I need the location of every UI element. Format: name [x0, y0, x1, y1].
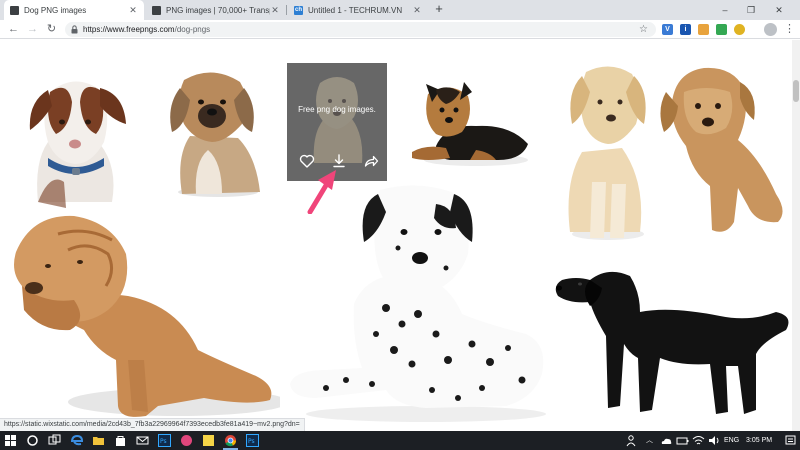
dog-collie-graphic: [29, 81, 126, 208]
tab-separator: [286, 5, 287, 15]
volume-icon[interactable]: [708, 434, 721, 447]
dog-image-dalmatian[interactable]: [286, 184, 550, 424]
windows-start-icon[interactable]: [4, 434, 17, 447]
onedrive-icon[interactable]: [660, 434, 673, 447]
dog-image-collie[interactable]: [20, 72, 130, 212]
app-icon[interactable]: [180, 434, 193, 447]
link-status-bar: https://static.wixstatic.com/media/2cd43…: [0, 418, 305, 431]
tab-strip: Dog PNG images ✕ PNG images | 70,000+ Tr…: [0, 0, 800, 20]
dog-yorkie-graphic: [412, 82, 528, 166]
minimize-button[interactable]: –: [714, 0, 736, 20]
dog-image-terrier[interactable]: [656, 62, 790, 240]
dog-golden-puppy-graphic: [568, 66, 646, 240]
info-extension-icon[interactable]: i: [680, 24, 691, 35]
photoshop-icon-2[interactable]: Ps: [246, 434, 259, 447]
page-scrollbar[interactable]: [792, 40, 800, 431]
svg-text:Ps: Ps: [248, 438, 255, 445]
gear-extension-icon[interactable]: [734, 24, 745, 35]
browser-toolbar: ← → ↻ https://www.freepngs.com/dog-pngs …: [0, 20, 800, 39]
tab-title: Dog PNG images: [24, 5, 87, 15]
address-bar[interactable]: https://www.freepngs.com/dog-pngs ☆: [65, 22, 656, 37]
dog-image-black-retriever[interactable]: [550, 246, 794, 418]
hover-caption: Free png dog images.: [298, 105, 376, 114]
clock-time[interactable]: 3:05 PM: [746, 431, 772, 450]
reload-button[interactable]: ↻: [44, 22, 59, 37]
maximize-button[interactable]: ❐: [740, 0, 762, 20]
dog-black-retriever-graphic: [555, 271, 789, 414]
dog-spaniel-graphic: [170, 72, 260, 197]
back-button[interactable]: ←: [6, 22, 21, 37]
forward-button[interactable]: →: [25, 22, 40, 37]
share-icon[interactable]: [363, 153, 379, 169]
tab-untitled-techrum[interactable]: ch Untitled 1 - TECHRUM.VN ✕: [288, 0, 428, 20]
dog-image-spaniel[interactable]: [160, 66, 265, 201]
tab-title: PNG images | 70,000+ Transpare: [166, 5, 270, 15]
check-extension-icon[interactable]: [716, 24, 727, 35]
sticky-notes-icon[interactable]: [202, 434, 215, 447]
profile-avatar[interactable]: [764, 23, 777, 36]
browser-menu-button[interactable]: ⋮: [784, 22, 795, 37]
dog-shar-pei-graphic: [14, 215, 280, 417]
edge-icon[interactable]: [70, 434, 83, 447]
lock-icon: [71, 25, 78, 34]
svg-text:Ps: Ps: [160, 438, 167, 445]
mail-icon[interactable]: [136, 434, 149, 447]
tab-title: Untitled 1 - TECHRUM.VN: [308, 5, 403, 15]
ch-icon: ch: [294, 5, 303, 15]
dog-terrier-graphic: [660, 67, 783, 232]
close-icon[interactable]: ✕: [270, 5, 280, 16]
photoshop-icon[interactable]: Ps: [158, 434, 171, 447]
store-icon[interactable]: [114, 434, 127, 447]
heart-icon[interactable]: [299, 153, 315, 169]
people-icon[interactable]: [626, 434, 639, 447]
sheet-extension-icon[interactable]: [698, 24, 709, 35]
tab-png-images[interactable]: PNG images | 70,000+ Transpare ✕: [146, 0, 286, 20]
cortana-search-icon[interactable]: [26, 434, 39, 447]
chrome-icon[interactable]: [224, 434, 237, 447]
action-center-icon[interactable]: [784, 434, 797, 447]
dog-image-golden-puppy[interactable]: [556, 62, 652, 244]
windows-taskbar: Ps Ps ︿ ENG 3:05 PM: [0, 431, 800, 450]
url-host: https://www.freepngs.com: [83, 25, 175, 34]
dog-image-yorkie[interactable]: [406, 74, 532, 169]
scrollbar-thumb[interactable]: [793, 80, 799, 102]
url-text: https://www.freepngs.com/dog-pngs: [83, 22, 210, 37]
task-view-icon[interactable]: [48, 434, 61, 447]
tab-dog-png-images[interactable]: Dog PNG images ✕: [4, 0, 144, 20]
tray-chevron-icon[interactable]: ︿: [646, 431, 653, 450]
page-content: Free png dog images. https://static.wixs…: [0, 40, 800, 431]
language-indicator[interactable]: ENG: [724, 431, 739, 450]
url-path: /dog-pngs: [174, 25, 211, 34]
file-explorer-icon[interactable]: [92, 434, 105, 447]
download-icon[interactable]: [331, 153, 347, 169]
close-icon[interactable]: ✕: [412, 5, 422, 16]
hover-card[interactable]: Free png dog images.: [287, 63, 387, 181]
battery-icon[interactable]: [676, 434, 689, 447]
v-extension-icon[interactable]: V: [662, 24, 673, 35]
wifi-icon[interactable]: [692, 434, 705, 447]
freepngs-icon: [10, 5, 19, 15]
close-icon[interactable]: ✕: [128, 5, 138, 16]
close-window-button[interactable]: ✕: [768, 0, 790, 20]
new-tab-button[interactable]: +: [432, 2, 446, 16]
dog-dalmatian-graphic: [290, 185, 546, 422]
bookmark-star-icon[interactable]: ☆: [639, 22, 648, 37]
freepngs-icon: [152, 5, 161, 15]
dog-image-shar-pei[interactable]: [8, 210, 280, 418]
